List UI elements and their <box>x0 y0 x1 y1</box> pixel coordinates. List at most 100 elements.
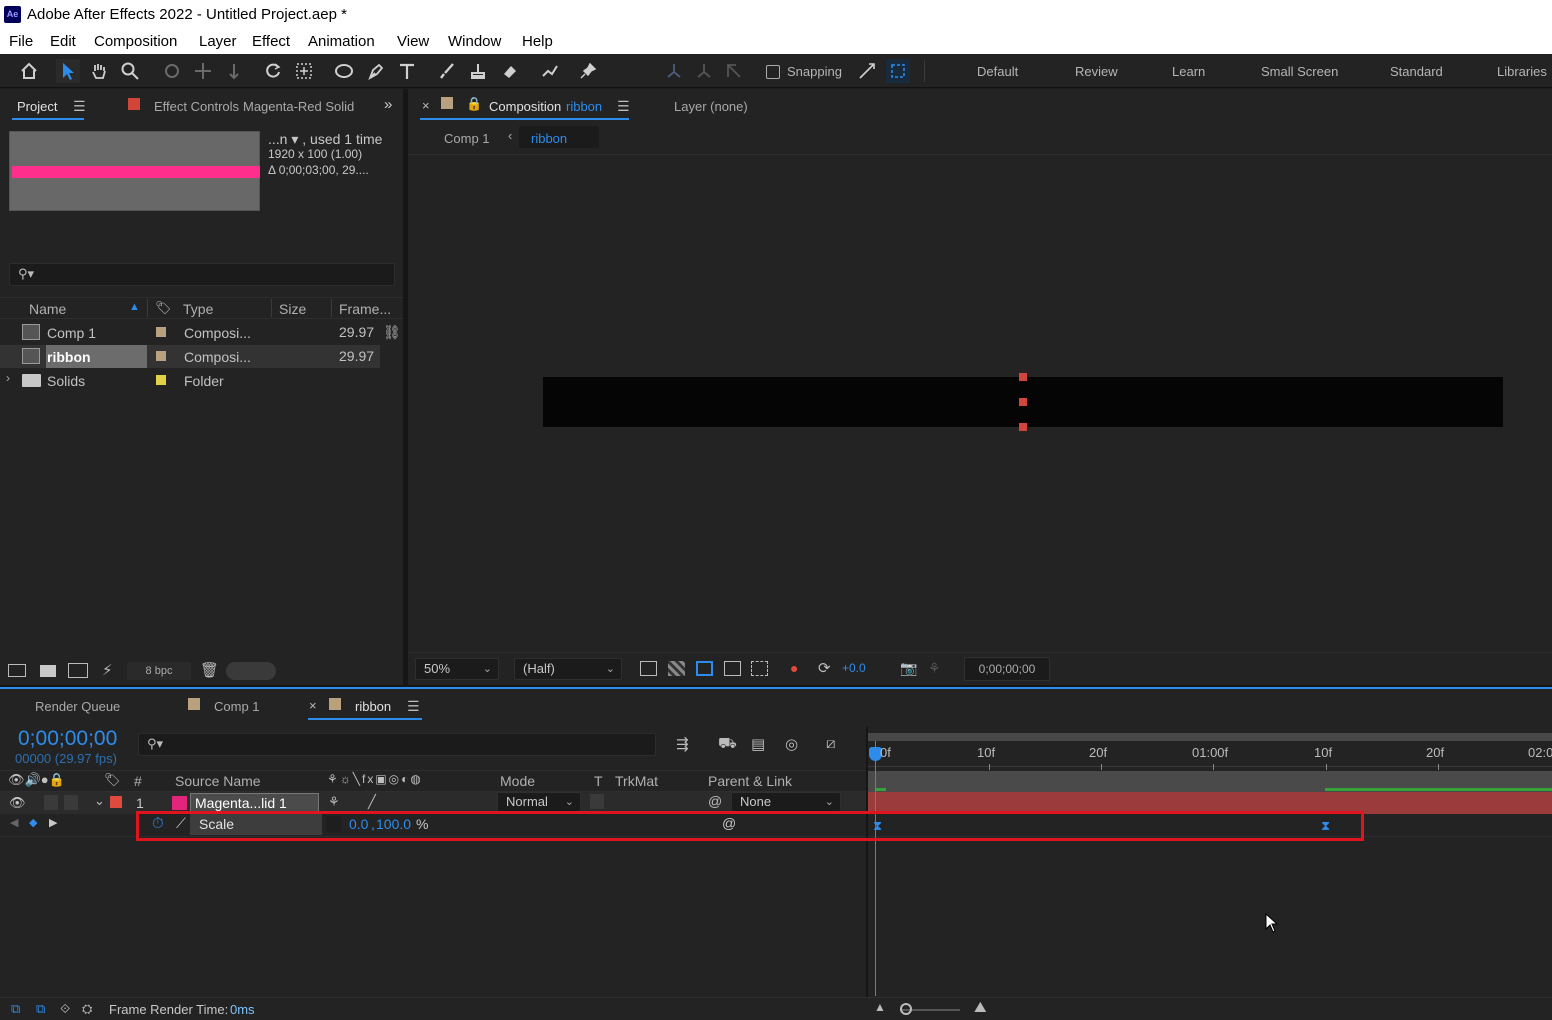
preserve-transparency-toggle[interactable] <box>590 794 604 809</box>
pen-tool-icon[interactable] <box>364 59 388 83</box>
zoom-in-icon[interactable]: ⛰ <box>974 999 987 1016</box>
audio-toggle[interactable] <box>44 795 58 810</box>
menu-animation[interactable]: Animation <box>308 33 375 50</box>
workspace-review[interactable]: Review <box>1075 64 1118 79</box>
ellipse-tool-icon[interactable] <box>332 59 356 83</box>
panel-menu-icon[interactable]: ☰ <box>73 98 86 115</box>
motion-blur-icon[interactable]: ◎ <box>785 735 798 753</box>
new-composition-icon[interactable] <box>68 663 88 678</box>
previous-keyframe-icon[interactable]: ◀ <box>10 816 18 829</box>
next-keyframe-icon[interactable]: ▶ <box>49 816 57 829</box>
exposure-value[interactable]: +0.0 <box>842 661 866 675</box>
frame-blending-icon[interactable]: ▤ <box>751 735 765 753</box>
panel-menu-icon[interactable]: ☰ <box>407 698 420 715</box>
clone-stamp-icon[interactable] <box>466 59 490 83</box>
snapping-checkbox[interactable] <box>766 65 780 79</box>
workspace-learn[interactable]: Learn <box>1172 64 1205 79</box>
breadcrumb-comp1[interactable]: Comp 1 <box>444 131 490 146</box>
selection-tool-icon[interactable] <box>56 59 80 83</box>
tab-comp1[interactable]: Comp 1 <box>214 699 260 714</box>
region-of-interest-icon[interactable] <box>724 661 741 676</box>
layer-name-field[interactable]: Magenta...lid 1 <box>190 793 319 813</box>
graph-editor-icon[interactable]: ⧄ <box>826 735 836 752</box>
column-type[interactable]: Type <box>183 301 213 317</box>
column-mode[interactable]: Mode <box>500 773 535 789</box>
trash-icon[interactable]: 🗑 <box>200 661 219 679</box>
render-time-icon[interactable]: ⛭ <box>82 1001 92 1017</box>
layer-switches-icon[interactable]: ⧉ <box>11 1001 20 1017</box>
brush-tool-icon[interactable] <box>435 59 459 83</box>
tab-composition[interactable]: Composition <box>489 99 561 114</box>
snapshot-camera-icon[interactable]: 📷 <box>900 660 917 677</box>
menu-composition[interactable]: Composition <box>94 33 177 50</box>
snap-edges-icon[interactable] <box>855 59 879 83</box>
project-bit-depth[interactable]: 8 bpc <box>127 662 191 680</box>
in-out-icon[interactable]: ⟐ <box>60 1001 70 1017</box>
resolution-dropdown[interactable]: (Half) ⌄ <box>514 658 622 680</box>
new-folder-icon[interactable] <box>40 665 56 677</box>
transfer-controls-icon[interactable]: ⧉ <box>36 1001 45 1017</box>
menu-effect[interactable]: Effect <box>252 33 290 50</box>
menu-file[interactable]: File <box>9 33 33 50</box>
menu-window[interactable]: Window <box>448 33 501 50</box>
eye-visibility-icon[interactable]: 👁 <box>9 795 26 811</box>
mask-visibility-icon[interactable] <box>696 661 713 676</box>
layer-handle-center[interactable] <box>1019 398 1027 406</box>
workspace-default[interactable]: Default <box>977 64 1018 79</box>
tab-render-queue[interactable]: Render Queue <box>35 699 120 714</box>
label-tag-icon[interactable]: 🏷 <box>104 772 121 788</box>
tab-composition-name[interactable]: ribbon <box>566 99 602 114</box>
pan-behind-tool-icon[interactable] <box>292 59 316 83</box>
orbit-camera-icon[interactable] <box>160 59 184 83</box>
exposure-reset-icon[interactable]: ⟳ <box>818 659 831 677</box>
home-icon[interactable] <box>17 59 41 83</box>
column-source-name[interactable]: Source Name <box>175 773 261 789</box>
shy-switch-icon[interactable]: ⚘ <box>328 794 340 810</box>
sort-ascending-icon[interactable]: ▲ <box>129 301 140 313</box>
show-snapshot-icon[interactable]: ⚘ <box>928 660 941 677</box>
column-layer-number[interactable]: # <box>134 773 142 789</box>
composition-viewer[interactable] <box>408 155 1552 652</box>
pan-camera-icon[interactable] <box>191 59 215 83</box>
workspace-standard[interactable]: Standard <box>1390 64 1443 79</box>
menu-view[interactable]: View <box>397 33 429 50</box>
project-row-ribbon[interactable]: ribbon Composi... 29.97 <box>0 345 380 368</box>
label-color-swatch[interactable] <box>156 375 166 385</box>
menu-help[interactable]: Help <box>522 33 553 50</box>
column-frame-rate[interactable]: Frame... <box>339 301 391 317</box>
tab-project[interactable]: Project <box>17 99 57 114</box>
dolly-camera-icon[interactable] <box>222 59 246 83</box>
snap-features-icon[interactable] <box>886 59 910 83</box>
playhead-line[interactable] <box>875 741 876 996</box>
label-tag-icon[interactable]: 🏷 <box>155 300 172 316</box>
column-track-matte[interactable]: TrkMat <box>615 773 658 789</box>
draft-3d-icon[interactable]: ⛟ <box>718 735 737 754</box>
add-keyframe-icon[interactable]: ◆ <box>29 816 37 829</box>
workspace-libraries[interactable]: Libraries <box>1497 64 1547 79</box>
column-parent-link[interactable]: Parent & Link <box>708 773 792 789</box>
tab-effect-controls[interactable]: Effect Controls <box>154 99 239 114</box>
local-axis-icon[interactable] <box>662 59 686 83</box>
chevron-down-icon[interactable]: ⌄ <box>94 793 105 809</box>
grid-guides-icon[interactable] <box>751 661 768 676</box>
layer-label-swatch[interactable] <box>110 796 122 808</box>
world-axis-icon[interactable] <box>692 59 716 83</box>
project-search-input[interactable]: ⚲▾ <box>9 263 395 286</box>
chevron-right-icon[interactable]: » <box>384 96 392 113</box>
timeline-search-input[interactable]: ⚲▾ <box>138 733 656 756</box>
color-channels-icon[interactable]: ● <box>790 660 798 676</box>
label-color-swatch[interactable] <box>156 351 166 361</box>
project-row-comp1[interactable]: Comp 1 Composi... 29.97 ⛓ <box>0 321 403 344</box>
flowchart-icon[interactable]: ⛓ <box>383 324 401 341</box>
column-size[interactable]: Size <box>279 301 306 317</box>
view-axis-icon[interactable] <box>722 59 746 83</box>
rotation-tool-icon[interactable] <box>261 59 285 83</box>
fast-previews-icon[interactable] <box>640 661 657 676</box>
quality-switch-icon[interactable]: ╱ <box>368 794 376 810</box>
project-row-solids[interactable]: › Solids Folder <box>0 369 403 392</box>
column-name[interactable]: Name <box>29 301 66 317</box>
workspace-small-screen[interactable]: Small Screen <box>1261 64 1338 79</box>
interpret-footage-icon[interactable] <box>8 664 26 677</box>
composition-mini-flowchart-icon[interactable]: ⇶ <box>676 735 689 753</box>
close-tab-icon[interactable]: × <box>309 698 317 713</box>
